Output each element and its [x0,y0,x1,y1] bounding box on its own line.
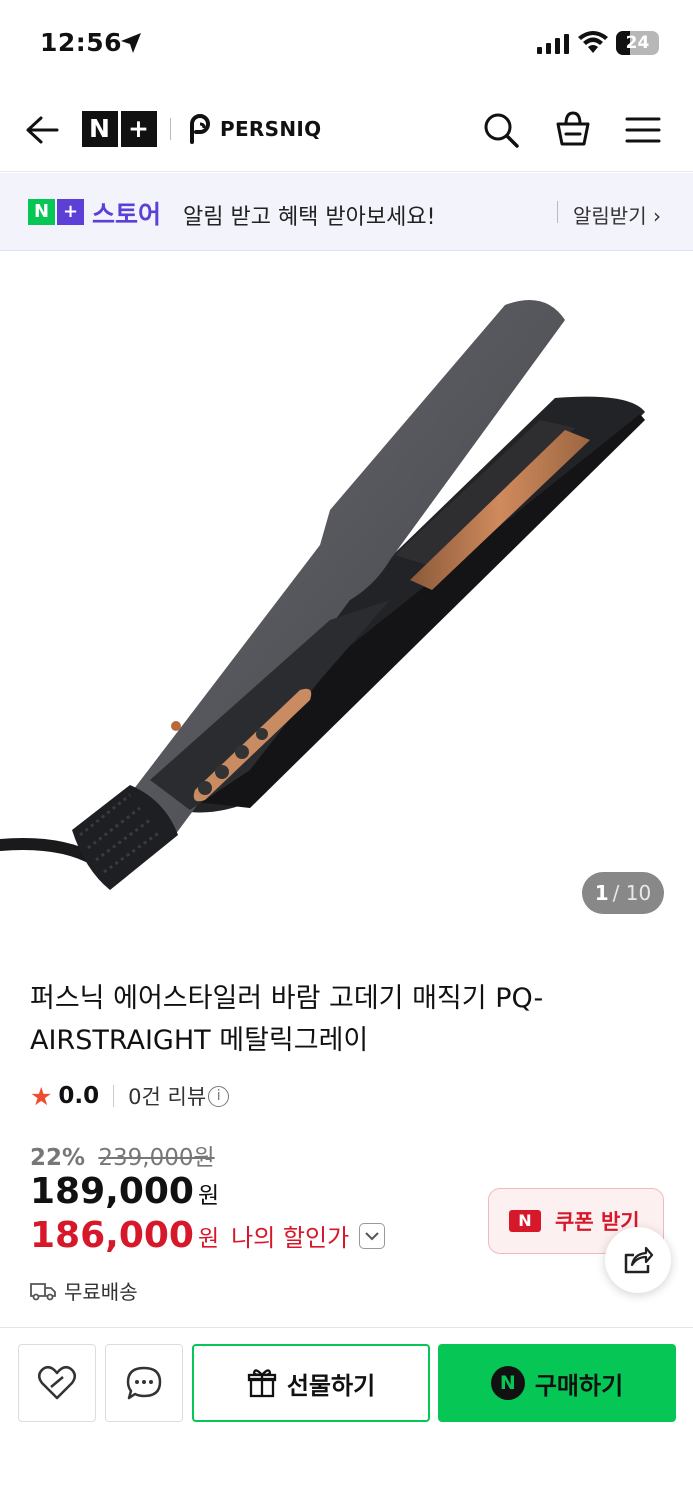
share-button[interactable] [605,1227,671,1293]
naver-pay-icon: N [490,1366,525,1400]
notification-banner[interactable]: N + 스토어 알림 받고 혜택 받아보세요! 알림받기 › [0,173,693,251]
arrow-left-icon [26,116,59,144]
status-time: 12:56 [40,28,123,57]
product-image[interactable] [0,252,693,942]
rating-divider [113,1085,115,1107]
product-title: 퍼스닉 에어스타일러 바람 고데기 매직기 PQ-AIRSTRAIGHT 메탈릭… [30,983,544,1056]
rating-row[interactable]: ★ 0.0 0건 리뷰 i [30,1081,230,1111]
share-icon [624,1246,654,1274]
hamburger-menu-icon [625,117,661,143]
persniq-logo-icon [190,114,210,144]
bottom-action-bar: 선물하기 N 구매하기 [0,1327,693,1500]
app-header: N + PERSNIQ [0,90,693,172]
shipping-info: 무료배송 [30,1276,138,1305]
original-price: 239,000원 [98,1145,215,1171]
search-icon [484,113,519,148]
buy-button[interactable]: N 구매하기 [438,1344,676,1422]
back-button[interactable] [22,110,62,150]
store-label: 스토어 [92,200,162,229]
wishlist-button[interactable] [18,1344,96,1422]
battery-indicator: 24 [616,31,659,55]
shopping-basket-icon [556,111,590,146]
hair-straightener-image [0,300,645,890]
gift-button[interactable]: 선물하기 [192,1344,430,1422]
gift-icon [247,1369,276,1398]
my-price-label: 나의 할인가 [231,1224,350,1252]
review-count[interactable]: 0건 리뷰 [128,1081,206,1111]
info-icon[interactable]: i [208,1085,230,1107]
brand-name: PERSNIQ [220,117,322,141]
star-icon: ★ [30,1081,53,1111]
sale-price: 189,000 원 [30,1171,220,1212]
talk-button[interactable] [105,1344,183,1422]
chat-bubble-icon [126,1366,162,1400]
location-arrow-icon [121,33,141,53]
discount-percent: 22% [30,1145,86,1171]
cellular-signal-icon [537,34,569,54]
heart-icon [38,1365,76,1400]
rating-score: 0.0 [58,1083,100,1109]
banner-message: 알림 받고 혜택 받아보세요! [183,205,436,230]
image-counter: 1 / 10 [582,872,664,914]
banner-divider [557,201,558,223]
my-discount-price: 186,000 원 나의 할인가 [30,1215,386,1256]
notify-button[interactable]: 알림받기 › [573,200,661,229]
expand-discount-button[interactable] [359,1222,386,1249]
cart-button[interactable] [552,108,594,150]
status-bar: 12:56 24 [0,0,693,90]
chevron-down-icon [365,1231,379,1240]
header-divider [170,118,171,140]
logo-n: N [81,111,118,147]
naver-n-icon: N [509,1210,541,1232]
original-price-row: 22% 239,000원 [30,1138,215,1172]
menu-button[interactable] [623,110,663,150]
logo-plus: + [120,111,157,147]
search-button[interactable] [481,110,521,150]
nplus-store-logo[interactable]: N + [81,111,157,147]
nplus-badge: N + [28,199,84,225]
brand-logo[interactable]: PERSNIQ [186,114,321,144]
wifi-icon [578,31,608,53]
truck-icon [30,1282,56,1300]
